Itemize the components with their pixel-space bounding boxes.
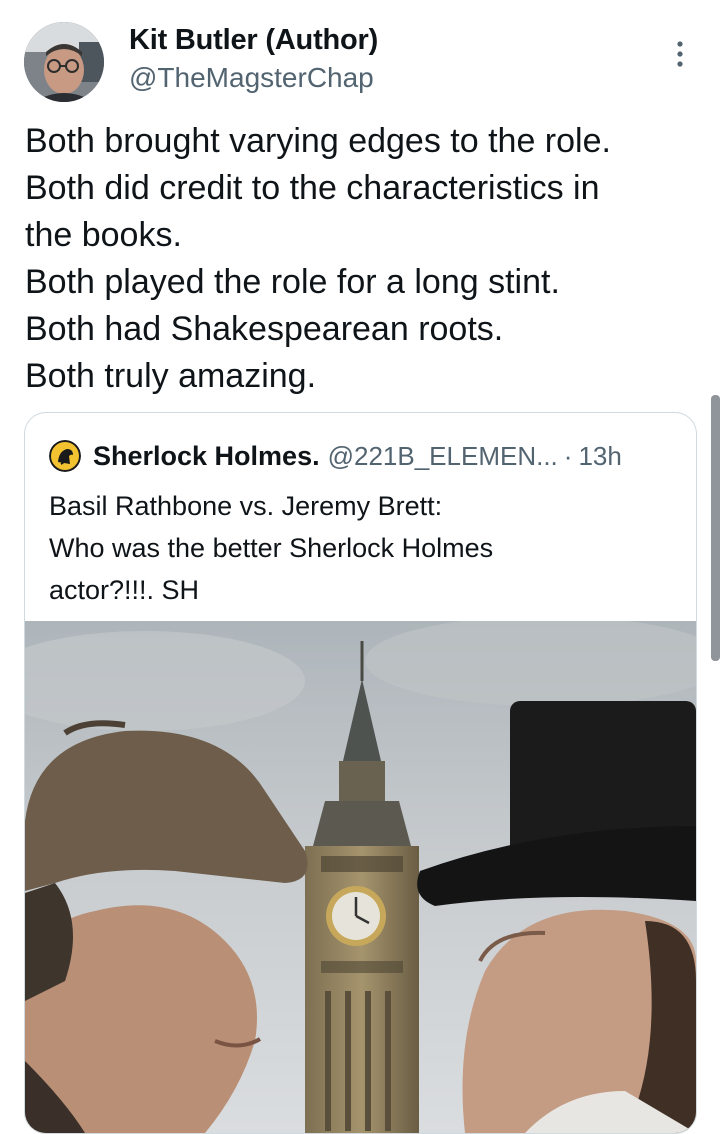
more-vertical-icon[interactable]: [666, 36, 694, 72]
author-handle[interactable]: @TheMagsterChap: [129, 62, 374, 94]
tweet-text-line: Both truly amazing.: [25, 357, 317, 395]
tweet-text-line: Both did credit to the characteristics i…: [25, 169, 600, 207]
quoted-tweet-text: Basil Rathbone vs. Jeremy Brett: Who was…: [49, 485, 669, 611]
quoted-tweet-card[interactable]: Sherlock Holmes. @221B_ELEMEN... · 13h B…: [24, 412, 697, 1134]
author-avatar[interactable]: [24, 22, 104, 102]
quoted-tweet-timestamp[interactable]: 13h: [578, 441, 621, 472]
tweet-text-line: Both brought varying edges to the role.: [25, 122, 611, 160]
tweet-text-line: the books.: [25, 216, 182, 254]
tweet-text-line: Both had Shakespearean roots.: [25, 310, 504, 348]
author-display-name[interactable]: Kit Butler (Author): [129, 24, 378, 57]
quoted-text-line: actor?!!!. SH: [49, 575, 200, 605]
quoted-tweet-image[interactable]: [25, 621, 696, 1133]
tweet-text-line: Both played the role for a long stint.: [25, 263, 560, 301]
quoted-author-handle: @221B_ELEMEN...: [327, 440, 558, 471]
quoted-author-avatar[interactable]: [49, 440, 81, 472]
quoted-tweet-header: Sherlock Holmes. @221B_ELEMEN... · 13h: [49, 439, 622, 473]
quoted-author-name: Sherlock Holmes.: [93, 440, 320, 471]
quoted-text-line: Who was the better Sherlock Holmes: [49, 533, 494, 563]
quoted-text-line: Basil Rathbone vs. Jeremy Brett:: [49, 491, 443, 521]
tweet-text: Both brought varying edges to the role. …: [25, 118, 705, 400]
separator-dot: ·: [563, 440, 573, 471]
scrollbar[interactable]: [711, 395, 720, 661]
